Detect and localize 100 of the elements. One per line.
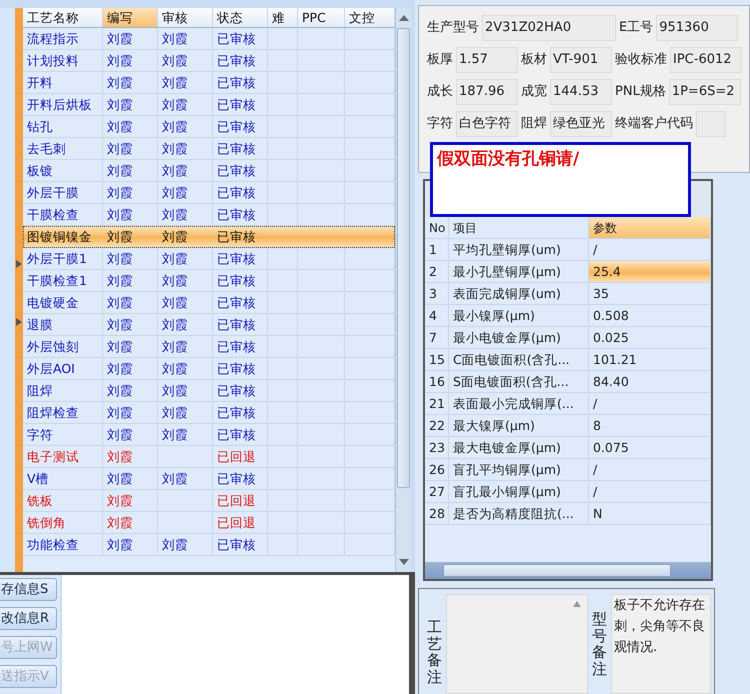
table-cell: 刘霞 xyxy=(103,292,158,313)
table-cell: 刘霞 xyxy=(158,28,213,49)
table-cell: 26 xyxy=(425,459,449,480)
table-cell: 表面最小完成铜厚(... xyxy=(449,393,589,414)
table-cell: 刘霞 xyxy=(158,358,213,379)
scroll-down-icon[interactable] xyxy=(399,558,409,566)
input-field[interactable]: 绿色亚光 xyxy=(550,111,612,137)
table-cell: 2 xyxy=(425,261,449,282)
scroll-up-icon[interactable] xyxy=(573,601,581,607)
table-cell: 21 xyxy=(425,393,449,414)
table-cell: 已审核 xyxy=(213,468,268,489)
selected-row[interactable]: 图镀铜镍金 刘霞 刘霞 已审核 xyxy=(23,226,395,248)
table-cell: 最小镍厚(μm) xyxy=(449,305,589,326)
table-cell: / xyxy=(589,393,711,414)
table-cell: 已审核 xyxy=(213,28,268,49)
table-cell: 已审核 xyxy=(213,116,268,137)
field-label: 终端客户代码 xyxy=(615,115,693,134)
table-cell: 刘霞 xyxy=(158,94,213,115)
table-cell: 铣倒角 xyxy=(23,512,103,533)
horizontal-scrollbar[interactable] xyxy=(425,562,711,579)
table-cell: 电子测试 xyxy=(23,446,103,467)
remark-label: 型号备注 xyxy=(592,611,607,677)
table-cell-text: 图镀铜镍金 xyxy=(26,228,93,246)
table-cell: 16 xyxy=(425,371,449,392)
column-header[interactable]: 难 xyxy=(268,8,298,27)
table-cell: 阻焊 xyxy=(23,380,103,401)
table-cell: 7 xyxy=(425,327,449,348)
table-cell: 刘霞 xyxy=(103,490,158,511)
column-header[interactable]: PPC xyxy=(298,8,345,27)
table-cell: 已回退 xyxy=(213,490,268,511)
table-cell: 外层干膜1 xyxy=(23,248,103,269)
table-cell: 开料 xyxy=(23,72,103,93)
field-label: 字符 xyxy=(427,115,453,134)
table-cell: 15 xyxy=(425,349,449,370)
table-cell: 钻孔 xyxy=(23,116,103,137)
vertical-scrollbar[interactable] xyxy=(395,8,411,572)
table-cell: 刘霞 xyxy=(158,160,213,181)
input-field[interactable]: 951360 xyxy=(656,15,738,41)
table-cell: 平均孔壁铜厚(um) xyxy=(449,239,589,260)
table-cell: 3 xyxy=(425,283,449,304)
table-cell: 是否为高精度阻抗(... xyxy=(449,503,589,524)
table-cell: 已审核 xyxy=(213,534,268,555)
table-cell: 已审核 xyxy=(213,50,268,71)
table-cell: 铣板 xyxy=(23,490,103,511)
table-cell: 已回退 xyxy=(213,446,268,467)
field-label: 验收标准 xyxy=(615,51,667,70)
table-cell: 刘霞 xyxy=(103,270,158,291)
input-field[interactable]: 144.53 xyxy=(550,79,612,105)
table-cell: 功能检查 xyxy=(23,534,103,555)
table-cell: 已审核 xyxy=(213,94,268,115)
table-cell: 刘霞 xyxy=(158,336,213,357)
table-cell: / xyxy=(589,239,711,260)
column-header[interactable]: 审核 xyxy=(158,8,213,27)
table-cell: 刘霞 xyxy=(158,248,213,269)
table-cell: 电镀硬金 xyxy=(23,292,103,313)
table-cell: 27 xyxy=(425,481,449,502)
remark-textarea[interactable] xyxy=(446,594,588,694)
table-cell: 刘霞 xyxy=(158,50,213,71)
table-cell: 刘霞 xyxy=(158,380,213,401)
table-cell: 刘霞 xyxy=(103,94,158,115)
input-field[interactable]: 白色字符 xyxy=(456,111,518,137)
input-field[interactable]: 1.57 xyxy=(456,47,518,73)
table-cell: 0.025 xyxy=(589,327,711,348)
table-cell: 去毛刺 xyxy=(23,138,103,159)
input-field[interactable]: IPC-6012 xyxy=(670,47,742,73)
table-cell: 已审核 xyxy=(213,314,268,335)
table-cell-text: 刘霞 xyxy=(106,228,134,246)
column-header[interactable]: No xyxy=(425,217,449,238)
field-label: 板厚 xyxy=(427,51,453,70)
table-cell: 已回退 xyxy=(213,512,268,533)
remark-textarea[interactable]: 板子不允许存在刺，尖角等不良观情况. xyxy=(611,594,711,694)
input-field[interactable]: 2V31Z02HA0 xyxy=(482,15,616,41)
column-header[interactable]: 参数 xyxy=(589,217,711,238)
table-cell: / xyxy=(589,459,711,480)
notice-dialog: 假双面没有孔铜请/ xyxy=(430,142,691,217)
input-field[interactable]: 187.96 xyxy=(456,79,518,105)
field-label: E工号 xyxy=(619,19,654,38)
table-cell: 刘霞 xyxy=(158,204,213,225)
table-cell: 外层AOI xyxy=(23,358,103,379)
table-cell-text: 已审核 xyxy=(216,228,257,246)
column-header[interactable]: 编写 xyxy=(103,8,158,27)
table-cell-text: 刘霞 xyxy=(161,228,189,246)
action-button[interactable]: 改信息R xyxy=(0,607,57,630)
input-field[interactable]: 1P=6S=2 xyxy=(668,79,741,105)
table-cell: 刘霞 xyxy=(158,138,213,159)
action-button[interactable]: 存信息S xyxy=(0,578,57,601)
field-label: 板材 xyxy=(521,51,547,70)
table-cell: 退膜 xyxy=(23,314,103,335)
scroll-up-icon[interactable] xyxy=(399,14,409,22)
table-cell: 已审核 xyxy=(213,270,268,291)
table-cell: 已审核 xyxy=(213,182,268,203)
table-cell: 已审核 xyxy=(213,336,268,357)
table-cell: S面电镀面积(含孔... xyxy=(449,371,589,392)
input-field[interactable]: VT-901 xyxy=(550,47,612,73)
table-cell: 刘霞 xyxy=(103,468,158,489)
table-cell: 刘霞 xyxy=(103,204,158,225)
table-cell: 25.4 xyxy=(589,261,711,282)
table-cell: 0.508 xyxy=(589,305,711,326)
table-cell: 已审核 xyxy=(213,72,268,93)
column-header[interactable]: 状态 xyxy=(213,8,268,27)
